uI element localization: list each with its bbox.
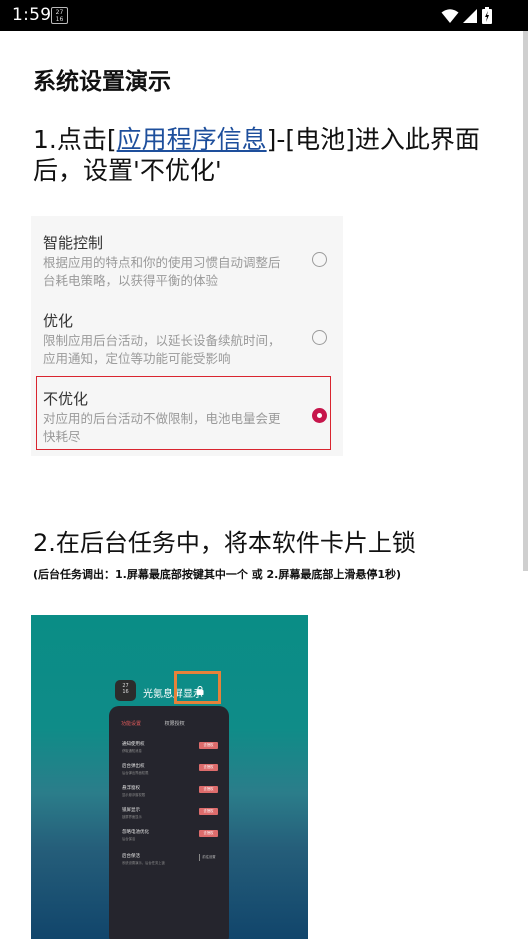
radio-smart-control [312,252,327,267]
option-optimize: 优化 限制应用后台活动，以延长设备续航时间，应用通知，定位等功能可能受影响 [43,310,333,368]
card-tabs: 功能设置 权限授权 [121,720,185,727]
status-time: 1:59 [12,5,52,25]
status-bar: 1:59 27 16 [0,0,528,31]
option-title: 智能控制 [43,234,104,252]
step1-prefix: 1.点击[ [33,125,117,154]
row-button: 前往设置 [199,854,218,861]
app-task-card: 功能设置 权限授权 通知使用权 获取通知消息 去授权 后台弹出权 后台弹出界面权… [109,706,229,939]
notification-app-icon: 27 16 [51,7,68,24]
step1-instruction: 1.点击[应用程序信息]-[电池]进入此界面后，设置'不优化' [33,124,493,186]
app-icon: 27 16 [115,680,136,701]
step2-note: (后台任务调出：1.屏幕最底部按键其中一个 或 2.屏幕最底部上滑悬停1秒) [33,568,402,581]
signal-icon [463,8,477,23]
option-desc: 限制应用后台活动，以延长设备续航时间，应用通知，定位等功能可能受影响 [43,333,281,366]
radio-optimize [312,330,327,345]
highlight-box [36,376,331,450]
row-button: 去授权 [199,786,218,793]
row-button: 去授权 [199,764,218,771]
row-button: 去授权 [199,808,218,815]
card-row: 后台保活 系统设置演示，后台任务上锁 前往设置 [122,853,218,867]
card-row: 忽略电池优化 后台保活 去授权 [122,829,218,843]
battery-settings-screenshot: 智能控制 根据应用的特点和你的使用习惯自动调整后台耗电策略，以获得平衡的体验 优… [31,216,343,456]
app-info-link[interactable]: 应用程序信息 [117,125,267,154]
wifi-icon [441,8,459,23]
card-row: 锁屏显示 锁屏界面显示 去授权 [122,807,218,821]
status-icons [441,7,492,24]
option-title: 优化 [43,312,74,330]
recent-tasks-screenshot: 27 16 光氪息屏显示 功能设置 权限授权 通知使用权 获取通知消息 去授权 后… [31,615,308,939]
battery-icon [482,7,492,24]
scrollbar[interactable] [523,31,528,571]
card-row: 通知使用权 获取通知消息 去授权 [122,741,218,755]
row-button: 去授权 [199,742,218,749]
option-desc: 根据应用的特点和你的使用习惯自动调整后台耗电策略，以获得平衡的体验 [43,255,281,288]
tab-settings: 功能设置 [121,721,142,727]
lock-highlight-box [174,671,221,704]
card-row: 后台弹出权 后台弹出界面权限 去授权 [122,763,218,777]
page-title: 系统设置演示 [33,69,171,95]
option-smart-control: 智能控制 根据应用的特点和你的使用习惯自动调整后台耗电策略，以获得平衡的体验 [43,232,333,290]
card-row: 悬浮窗权 显示悬浮窗权限 去授权 [122,785,218,799]
step2-instruction: 2.在后台任务中，将本软件卡片上锁 [33,529,416,557]
row-button: 去授权 [199,830,218,837]
tab-permissions: 权限授权 [164,721,185,727]
